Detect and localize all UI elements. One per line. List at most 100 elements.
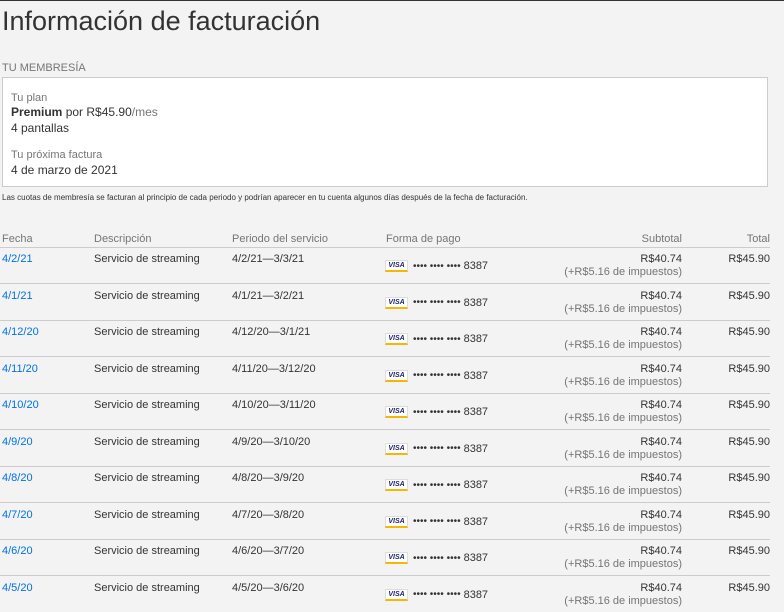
row-service-period: 4/6/20—3/7/20	[232, 545, 305, 557]
row-date-cell: 4/9/20	[2, 436, 33, 448]
row-subtotal: R$40.74 (+R$5.16 de impuestos)	[564, 545, 682, 570]
row-total: R$45.90	[728, 326, 770, 338]
subtotal-amount: R$40.74	[640, 253, 682, 265]
row-description: Servicio de streaming	[94, 399, 200, 411]
visa-card-icon: VISA	[385, 588, 408, 601]
row-description: Servicio de streaming	[94, 253, 200, 265]
row-service-period: 4/7/20—3/8/20	[232, 508, 305, 521]
tax-amount: (+R$5.16 de impuestos)	[564, 412, 682, 424]
row-date-cell: 4/7/20	[2, 509, 33, 521]
invoice-date-link[interactable]: 4/2/21	[2, 253, 33, 265]
subtotal-amount: R$40.74	[640, 472, 682, 484]
table-row: 4/10/20 Servicio de streaming 4/10/20—3/11…	[0, 394, 770, 430]
row-payment-method: VISA •••• •••• •••• 8387	[385, 552, 488, 564]
card-number-mask: •••• •••• ••••	[413, 370, 461, 381]
row-service-period: 4/8/20—3/9/20	[232, 472, 305, 484]
row-date-cell: 4/8/20	[2, 472, 33, 484]
visa-card-icon: VISA	[385, 552, 408, 564]
visa-card-icon: VISA	[385, 296, 408, 309]
invoice-date-link[interactable]: 4/11/20	[2, 363, 38, 375]
card-last-four: 8387	[463, 296, 489, 309]
card-number-mask: •••• •••• ••••	[413, 479, 461, 491]
visa-card-icon: VISA	[385, 260, 408, 272]
row-service-period: 4/9/20—3/10/20	[232, 435, 311, 448]
table-row: 4/7/20 Servicio de streaming 4/7/20—3/8/20…	[0, 504, 770, 540]
visa-card-icon: VISA	[385, 442, 408, 455]
row-payment-method: VISA •••• •••• •••• 8387	[385, 260, 488, 272]
card-last-four: 8387	[463, 442, 489, 455]
invoice-date-link[interactable]: 4/7/20	[2, 509, 33, 521]
tax-amount: (+R$5.16 de impuestos)	[564, 448, 682, 461]
row-subtotal: R$40.74 (+R$5.16 de impuestos)	[564, 582, 682, 607]
plan-price: R$45.90	[86, 105, 132, 119]
row-date-cell: 4/1/21	[2, 290, 33, 302]
visa-card-icon: VISA	[385, 479, 408, 491]
row-total: R$45.90	[728, 545, 770, 557]
row-service-period: 4/5/20—3/6/20	[232, 581, 305, 594]
row-payment-method: VISA •••• •••• •••• 8387	[385, 479, 488, 491]
column-header-subtotal: Subtotal	[641, 233, 682, 245]
table-row: 4/12/20 Servicio de streaming 4/12/20—3/1/…	[0, 321, 770, 357]
row-description: Servicio de streaming	[94, 326, 200, 338]
table-row: 4/6/20 Servicio de streaming 4/6/20—3/7/20…	[0, 540, 770, 576]
row-total: R$45.90	[728, 362, 770, 375]
tax-amount: (+R$5.16 de impuestos)	[564, 485, 682, 497]
next-bill-date: 4 de marzo de 2021	[11, 163, 118, 177]
row-subtotal: R$40.74 (+R$5.16 de impuestos)	[564, 436, 682, 461]
row-payment-method: VISA •••• •••• •••• 8387	[385, 369, 488, 382]
card-number-mask: •••• •••• ••••	[413, 443, 461, 454]
plan-label: Tu plan	[11, 92, 48, 104]
row-total: R$45.90	[728, 289, 770, 302]
subtotal-amount: R$40.74	[640, 545, 682, 557]
row-service-period: 4/11/20—3/12/20	[232, 362, 316, 375]
invoice-date-link[interactable]: 4/10/20	[2, 399, 39, 411]
card-last-four: 8387	[463, 515, 489, 528]
invoice-date-link[interactable]: 4/9/20	[2, 436, 33, 448]
tax-amount: (+R$5.16 de impuestos)	[564, 521, 682, 534]
card-number-mask: •••• •••• ••••	[413, 589, 461, 600]
next-bill-label: Tu próxima factura	[11, 149, 103, 161]
row-subtotal: R$40.74 (+R$5.16 de impuestos)	[564, 290, 682, 315]
plan-summary: Premium por R$45.90/mes	[11, 105, 158, 119]
card-number-mask: •••• •••• ••••	[413, 297, 461, 308]
invoice-date-link[interactable]: 4/1/21	[2, 290, 33, 302]
row-service-period: 4/2/21—3/3/21	[232, 253, 305, 265]
column-header-period: Periodo del servicio	[232, 233, 328, 245]
invoice-date-link[interactable]: 4/8/20	[2, 472, 33, 484]
tax-amount: (+R$5.16 de impuestos)	[564, 594, 682, 607]
subtotal-amount: R$40.74	[640, 581, 682, 594]
row-payment-method: VISA •••• •••• •••• 8387	[385, 333, 488, 345]
plan-name: Premium	[11, 105, 63, 119]
row-total: R$45.90	[728, 508, 770, 521]
plan-price-prefix: por	[65, 105, 84, 119]
invoice-date-link[interactable]: 4/12/20	[2, 326, 39, 338]
subtotal-amount: R$40.74	[640, 362, 682, 375]
invoice-date-link[interactable]: 4/6/20	[2, 545, 33, 557]
row-description: Servicio de streaming	[94, 472, 200, 484]
row-service-period: 4/10/20—3/11/20	[232, 399, 316, 411]
table-row: 4/2/21 Servicio de streaming 4/2/21—3/3/21…	[0, 248, 770, 284]
card-last-four: 8387	[463, 260, 489, 272]
column-header-payment: Forma de pago	[386, 233, 461, 245]
row-date-cell: 4/11/20	[2, 363, 38, 375]
column-header-date: Fecha	[2, 233, 33, 245]
row-payment-method: VISA •••• •••• •••• 8387	[385, 442, 489, 455]
row-description: Servicio de streaming	[94, 545, 200, 557]
tax-amount: (+R$5.16 de impuestos)	[564, 266, 682, 278]
column-header-description: Descripción	[94, 233, 152, 245]
row-payment-method: VISA •••• •••• •••• 8387	[385, 406, 488, 418]
membership-card: Tu plan Premium por R$45.90/mes 4 pantal…	[2, 77, 768, 187]
row-date-cell: 4/10/20	[2, 399, 39, 411]
row-total: R$45.90	[728, 435, 770, 448]
row-total: R$45.90	[728, 253, 770, 265]
table-row: 4/11/20 Servicio de streaming 4/11/20—3/12…	[0, 358, 770, 394]
row-date-cell: 4/12/20	[2, 326, 39, 338]
row-subtotal: R$40.74 (+R$5.16 de impuestos)	[564, 326, 682, 351]
card-last-four: 8387	[463, 479, 489, 491]
subtotal-amount: R$40.74	[640, 326, 682, 338]
card-number-mask: •••• •••• ••••	[413, 516, 461, 527]
subtotal-amount: R$40.74	[640, 289, 682, 302]
row-service-period: 4/1/21—3/2/21	[232, 289, 305, 302]
tax-amount: (+R$5.16 de impuestos)	[564, 375, 682, 388]
invoice-date-link[interactable]: 4/5/20	[2, 582, 33, 594]
